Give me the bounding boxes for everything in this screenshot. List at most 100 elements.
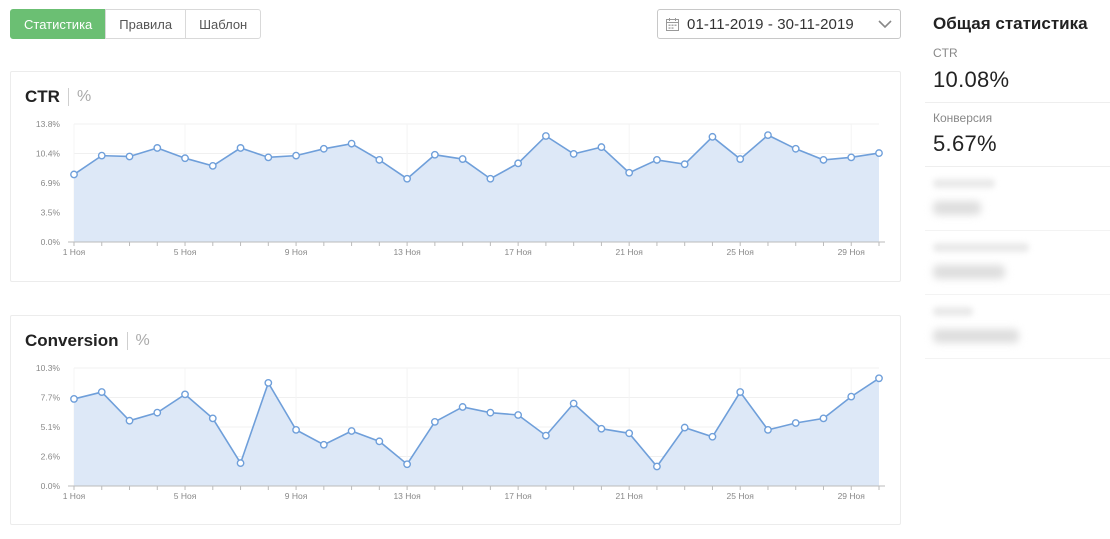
x-tick-label: 21 Ноя [616,247,644,257]
conversion-data-point [514,411,523,419]
conversion-data-point [319,440,328,449]
conversion-data-point [70,395,78,403]
conversion-data-point [486,408,495,417]
ctr-data-point [541,132,550,140]
x-tick-label: 29 Ноя [838,491,866,501]
conversion-data-point [847,392,856,401]
tab-template[interactable]: Шаблон [185,9,262,39]
conversion-data-point [541,431,550,440]
stat-conversion-label: Конверсия [933,111,993,125]
ctr-data-point [569,150,578,158]
conversion-data-point [264,378,273,387]
chevron-down-icon [878,19,892,28]
x-tick-label: 21 Ноя [616,491,644,501]
conversion-data-point [458,403,467,411]
x-tick-label: 17 Ноя [504,491,532,501]
conversion-data-point [653,462,661,471]
conversion-data-point [680,423,689,432]
y-tick-label: 5.1% [41,422,61,432]
tab-rules[interactable]: Правила [105,9,187,39]
ctr-data-point [375,156,384,164]
conversion-data-point [181,390,189,399]
summary-title: Общая статистика [933,14,1088,33]
blurred-stat-2 [925,231,1110,295]
x-tick-label: 25 Ноя [727,491,755,501]
conversion-chart-card: Conversion % 0.0% 2.6% 5.1% 7.7% 10.3% 1 Ноя 5… [10,315,901,525]
stat-ctr-label: CTR [933,46,958,60]
blurred-value [933,329,1019,343]
conversion-data-point [97,388,106,396]
ctr-data-point [819,156,828,164]
x-tick-label: 13 Ноя [393,247,421,257]
conversion-data-point [819,414,828,423]
ctr-data-point [680,160,689,169]
y-tick-label: 13.8% [36,119,61,129]
blurred-label [933,179,995,188]
x-tick-label: 29 Ноя [838,247,866,257]
ctr-data-point [125,152,134,161]
conversion-data-point [875,374,883,383]
ctr-data-point [153,144,162,152]
ctr-area-fill [74,135,879,242]
conversion-data-point [708,432,717,441]
conversion-data-point [208,414,217,423]
ctr-data-point [847,153,856,162]
x-tick-label: 5 Ноя [174,247,197,257]
ctr-data-point [236,144,245,152]
conversion-data-point [625,429,634,438]
ctr-chart: 0.0% 3.5% 6.9% 10.4% 13.8% 1 Ноя 5 Ноя 9 Ноя 13 … [36,119,885,257]
ctr-data-point [597,143,606,151]
conversion-data-point [292,425,300,434]
y-tick-label: 0.0% [41,481,61,491]
ctr-data-point [764,131,772,140]
tab-statistics[interactable]: Статистика [10,9,107,39]
y-tick-label: 10.4% [36,149,61,159]
blurred-stat-3 [925,295,1110,359]
ctr-data-point [514,159,523,168]
stat-ctr-value: 10.08% [933,67,1010,92]
blurred-stat-1 [925,167,1110,231]
conversion-chart: 0.0% 2.6% 5.1% 7.7% 10.3% 1 Ноя 5 Ноя 9 Ноя 13 Н… [36,363,885,501]
y-tick-label: 3.5% [41,208,61,218]
ctr-data-point [458,155,467,163]
ctr-data-point [181,154,189,163]
ctr-data-point [97,151,106,160]
conversion-data-point [153,408,162,417]
x-tick-label: 13 Ноя [393,491,421,501]
conversion-data-point [569,399,578,408]
calendar-icon [666,17,679,31]
x-tick-label: 1 Ноя [63,491,86,501]
ctr-data-point [625,168,634,177]
date-range-picker[interactable]: 01-11-2019 - 30-11-2019 [657,9,901,39]
ctr-data-point [208,161,217,170]
y-tick-label: 0.0% [41,237,61,247]
stat-conversion: Конверсия 5.67% [925,103,1110,167]
ctr-data-point [292,151,300,160]
date-range-value: 01-11-2019 - 30-11-2019 [687,15,854,33]
conversion-area-fill [74,378,879,486]
conversion-data-point [403,460,412,469]
blurred-value [933,265,1005,279]
ctr-chart-card: CTR % 0.0% 3.5% 6.9% 10.4% 13.8% 1 Ноя 5 Ноя 9 … [10,71,901,282]
conversion-data-point [375,437,384,446]
view-tabs: Статистика Правила Шаблон [10,9,262,39]
ctr-data-point [486,174,495,183]
conversion-data-point [236,459,245,467]
conversion-data-point [736,388,745,396]
ctr-data-point [875,149,883,157]
x-tick-label: 5 Ноя [174,491,197,501]
ctr-data-point [403,174,412,183]
ctr-data-point [708,132,717,141]
stat-conversion-value: 5.67% [933,131,997,156]
y-tick-label: 6.9% [41,178,61,188]
conversion-data-point [347,427,356,435]
x-tick-label: 25 Ноя [727,247,755,257]
ctr-data-point [653,156,661,164]
conversion-data-point [764,425,772,434]
y-tick-label: 2.6% [41,452,61,462]
x-tick-label: 9 Ноя [285,247,308,257]
ctr-data-point [264,153,273,162]
x-tick-label: 17 Ноя [504,247,532,257]
blurred-label [933,307,973,316]
conversion-data-point [125,416,134,425]
